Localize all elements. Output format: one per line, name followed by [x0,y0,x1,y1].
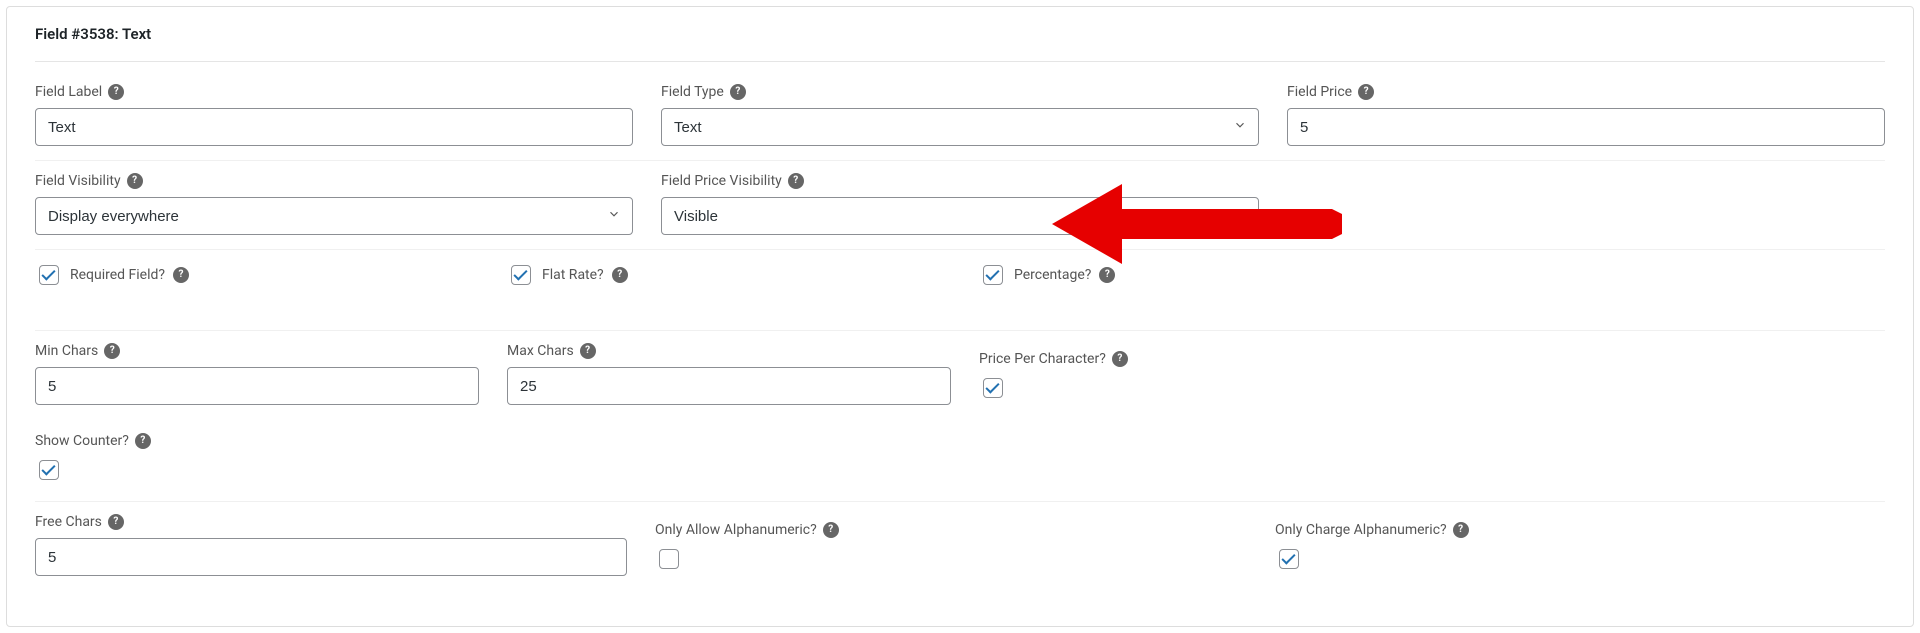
label-free-chars: Free Chars [35,514,102,530]
help-icon[interactable]: ? [108,84,124,100]
percentage-checkbox[interactable] [983,265,1003,285]
group-free-chars: Free Chars ? [35,514,627,576]
free-chars-input[interactable] [35,538,627,576]
min-chars-input[interactable] [35,367,479,405]
max-chars-input[interactable] [507,367,951,405]
label-required-field: Required Field? [70,267,165,283]
group-field-visibility: Field Visibility ? [35,173,633,235]
field-label-input[interactable] [35,108,633,146]
help-icon[interactable]: ? [1099,267,1115,283]
help-icon[interactable]: ? [1358,84,1374,100]
group-only-charge-alpha: Only Charge Alphanumeric? ? [1275,522,1867,576]
help-icon[interactable]: ? [730,84,746,100]
help-icon[interactable]: ? [823,522,839,538]
field-price-input[interactable] [1287,108,1885,146]
only-allow-alpha-checkbox[interactable] [659,549,679,569]
help-icon[interactable]: ? [612,267,628,283]
group-min-chars: Min Chars ? [35,343,479,405]
show-counter-checkbox[interactable] [39,460,59,480]
help-icon[interactable]: ? [135,433,151,449]
help-icon[interactable]: ? [127,173,143,189]
label-field-visibility: Field Visibility [35,173,121,189]
only-charge-alpha-checkbox[interactable] [1279,549,1299,569]
help-icon[interactable]: ? [580,343,596,359]
group-show-counter: Show Counter? ? [35,433,479,487]
field-type-select[interactable] [661,108,1259,146]
label-min-chars: Min Chars [35,343,98,359]
label-field-price: Field Price [1287,84,1352,100]
group-flat-rate: Flat Rate? ? [507,262,951,288]
group-field-price: Field Price ? [1287,84,1885,146]
label-field-type: Field Type [661,84,724,100]
group-price-per-char: Price Per Character? ? [979,351,1423,405]
label-price-per-char: Price Per Character? [979,351,1106,367]
label-field-label: Field Label [35,84,102,100]
field-visibility-select[interactable] [35,197,633,235]
group-only-allow-alpha: Only Allow Alphanumeric? ? [655,522,1247,576]
label-flat-rate: Flat Rate? [542,267,604,283]
label-only-charge-alpha: Only Charge Alphanumeric? [1275,522,1447,538]
panel-title: Field #3538: Text [35,25,1885,62]
group-field-type: Field Type ? [661,84,1259,146]
group-field-label: Field Label ? [35,84,633,146]
label-field-price-visibility: Field Price Visibility [661,173,782,189]
help-icon[interactable]: ? [788,173,804,189]
help-icon[interactable]: ? [108,514,124,530]
label-percentage: Percentage? [1014,267,1091,283]
required-field-checkbox[interactable] [39,265,59,285]
label-only-allow-alpha: Only Allow Alphanumeric? [655,522,817,538]
row-basic: Field Label ? Field Type ? Field Price ? [35,84,1885,161]
row-flags: Required Field? ? Flat Rate? ? Percentag… [35,262,1885,331]
row-visibility: Field Visibility ? Field Price Visibilit… [35,173,1885,250]
group-field-price-visibility: Field Price Visibility ? [661,173,1259,235]
group-percentage: Percentage? ? [979,262,1423,288]
help-icon[interactable]: ? [1112,351,1128,367]
help-icon[interactable]: ? [104,343,120,359]
field-settings-panel: Field #3538: Text Field Label ? Field Ty… [6,6,1914,627]
flat-rate-checkbox[interactable] [511,265,531,285]
help-icon[interactable]: ? [1453,522,1469,538]
group-required: Required Field? ? [35,262,479,288]
row-chars: Min Chars ? Max Chars ? Price Per Charac… [35,343,1885,502]
label-show-counter: Show Counter? [35,433,129,449]
field-price-visibility-select[interactable] [661,197,1259,235]
group-max-chars: Max Chars ? [507,343,951,405]
price-per-char-checkbox[interactable] [983,378,1003,398]
row-alpha: Free Chars ? Only Allow Alphanumeric? ? … [35,514,1885,590]
label-max-chars: Max Chars [507,343,574,359]
help-icon[interactable]: ? [173,267,189,283]
